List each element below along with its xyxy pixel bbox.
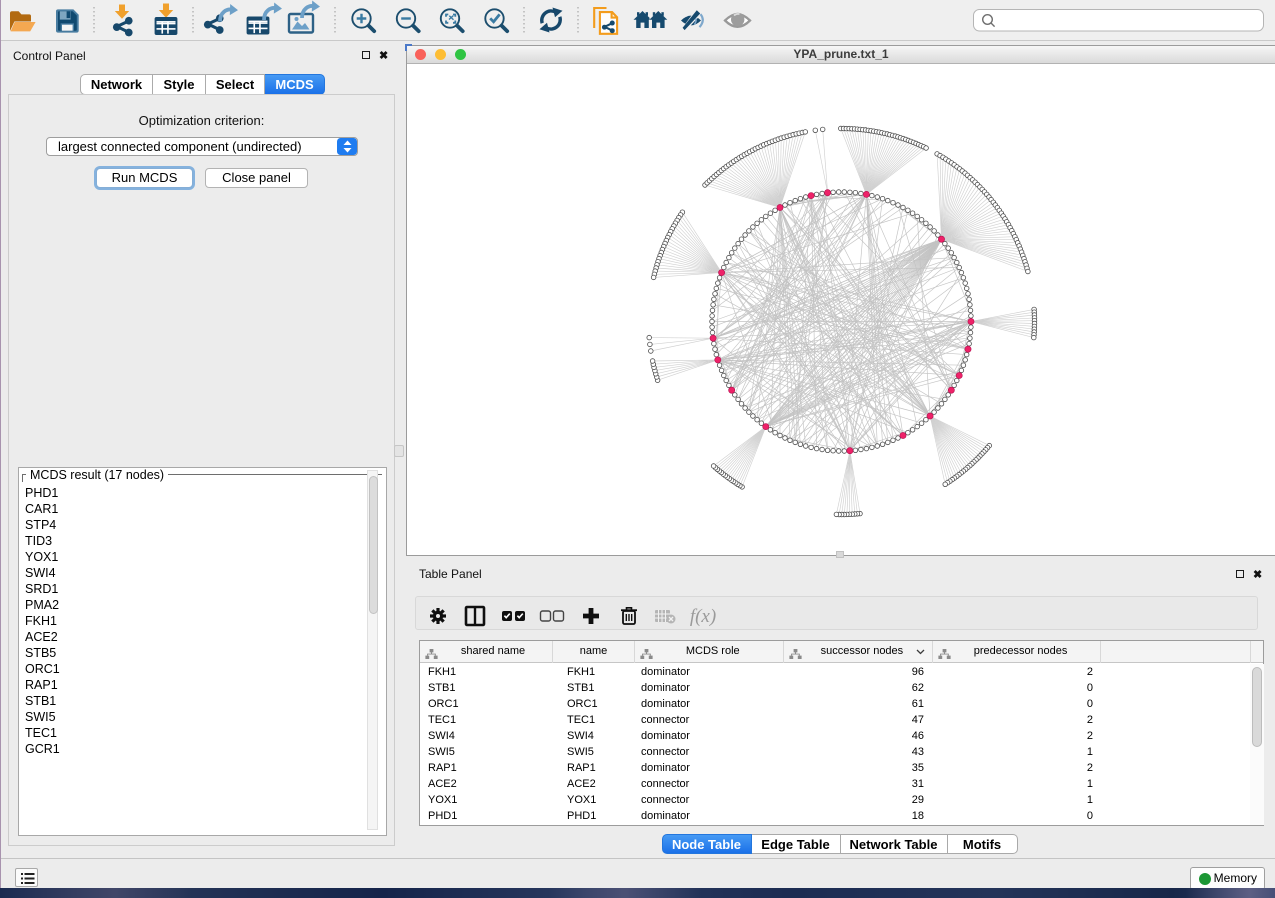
svg-text:f(x): f(x)	[690, 606, 716, 627]
